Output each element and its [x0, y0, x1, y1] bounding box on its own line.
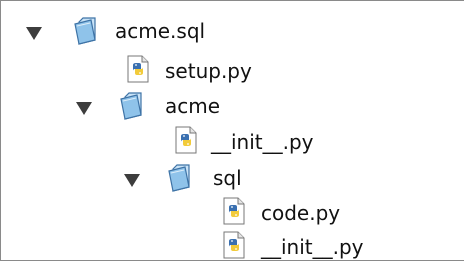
- python-file-icon: [222, 231, 246, 259]
- tree-node-acme-sql[interactable]: acme.sql: [17, 14, 297, 48]
- tree-node-label: setup.py: [165, 59, 252, 83]
- tree-node-label: __init__.py: [211, 130, 314, 154]
- folder-icon: [119, 92, 143, 120]
- file-tree: acme.sql setup.py acme __init__.py sql c…: [0, 0, 464, 261]
- disclosure-triangle-expanded-icon[interactable]: [124, 174, 140, 187]
- tree-node-label: __init__.py: [261, 235, 364, 259]
- tree-node-sql-init-py[interactable]: __init__.py: [221, 230, 441, 264]
- tree-node-label: sql: [213, 166, 242, 190]
- tree-node-sql[interactable]: sql: [119, 161, 319, 195]
- tree-node-label: acme.sql: [115, 19, 206, 43]
- python-file-icon: [126, 55, 150, 83]
- folder-icon: [167, 164, 191, 192]
- disclosure-triangle-expanded-icon[interactable]: [26, 27, 42, 40]
- python-file-icon: [222, 197, 246, 225]
- tree-node-label: code.py: [261, 201, 341, 225]
- folder-icon: [73, 17, 97, 45]
- tree-node-label: acme: [165, 94, 221, 118]
- tree-node-code-py[interactable]: code.py: [221, 196, 421, 230]
- python-file-icon: [174, 126, 198, 154]
- disclosure-triangle-expanded-icon[interactable]: [76, 102, 92, 115]
- tree-node-setup-py[interactable]: setup.py: [123, 54, 323, 88]
- tree-node-acme-init-py[interactable]: __init__.py: [171, 125, 391, 159]
- tree-node-acme[interactable]: acme: [71, 89, 311, 123]
